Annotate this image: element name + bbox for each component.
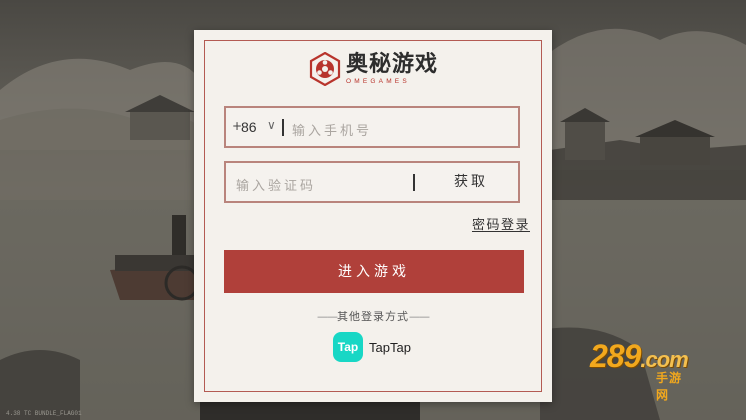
- watermark-main: 289: [590, 338, 641, 374]
- omegames-logo-icon: [309, 52, 341, 86]
- other-login-label: 其他登录方式: [337, 310, 409, 323]
- taptap-label[interactable]: TapTap: [369, 340, 411, 355]
- phone-input-placeholder[interactable]: 输入手机号: [292, 120, 372, 139]
- phone-field[interactable]: + 86 ∨ 输入手机号: [224, 106, 520, 148]
- other-login-divider: ——其他登录方式——: [317, 310, 430, 323]
- code-input-placeholder[interactable]: 输入验证码: [236, 175, 316, 194]
- text-cursor: [282, 119, 284, 136]
- brand-name-en: OMEGAMES: [346, 78, 410, 85]
- enter-game-button[interactable]: 进入游戏: [224, 250, 524, 293]
- country-code-selector[interactable]: 86: [241, 119, 257, 135]
- chevron-down-icon[interactable]: ∨: [267, 118, 276, 132]
- taptap-login-button[interactable]: Tap TapTap: [333, 332, 411, 362]
- watermark-sub: 手游网: [656, 371, 683, 402]
- brand-name: 奥秘游戏: [346, 52, 439, 77]
- password-login-link[interactable]: 密码登录: [472, 214, 530, 233]
- field-divider: [413, 174, 415, 191]
- brand-logo: 奥秘游戏 OMEGAMES: [308, 52, 438, 86]
- taptap-icon[interactable]: Tap: [333, 332, 363, 362]
- login-card: 奥秘游戏 OMEGAMES + 86 ∨ 输入手机号 输入验证码 获取 密码登录…: [194, 30, 552, 402]
- get-code-button[interactable]: 获取: [424, 163, 518, 201]
- build-version-text: 4.38 TC BUNDLE_FLAG01: [6, 410, 82, 417]
- watermark: 289.com 手游网: [590, 338, 689, 402]
- verification-code-field[interactable]: 输入验证码 获取: [224, 161, 520, 203]
